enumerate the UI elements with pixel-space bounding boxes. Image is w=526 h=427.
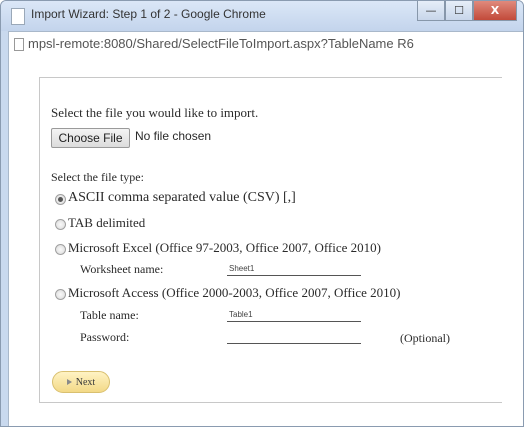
table-name-label: Table name: [80, 308, 139, 322]
radio-csv[interactable] [55, 194, 66, 205]
option-label-csv[interactable]: ASCII comma separated value (CSV) [,] [68, 190, 296, 206]
maximize-button[interactable]: ☐ [445, 1, 473, 21]
minimize-button[interactable]: — [417, 1, 445, 21]
url-text[interactable]: mpsl-remote:8080/Shared/SelectFileToImpo… [28, 36, 414, 51]
file-type-heading: Select the file type: [51, 170, 144, 184]
close-button[interactable]: X [473, 1, 517, 21]
document-icon [14, 38, 24, 51]
password-label: Password: [80, 330, 130, 344]
window-title: Import Wizard: Step 1 of 2 - Google Chro… [31, 7, 266, 21]
window-controls: — ☐ X [417, 1, 517, 21]
select-file-prompt: Select the file you would like to import… [51, 105, 259, 120]
no-file-status: No file chosen [135, 129, 212, 143]
title-bar: Import Wizard: Step 1 of 2 - Google Chro… [1, 1, 523, 31]
option-label-tab[interactable]: TAB delimited [68, 215, 145, 231]
option-label-excel[interactable]: Microsoft Excel (Office 97-2003, Office … [68, 240, 381, 256]
browser-window: Import Wizard: Step 1 of 2 - Google Chro… [0, 0, 524, 427]
optional-note: (Optional) [400, 331, 450, 345]
radio-tab[interactable] [55, 219, 66, 230]
address-bar[interactable]: mpsl-remote:8080/Shared/SelectFileToImpo… [8, 31, 523, 58]
choose-file-button[interactable]: Choose File [51, 128, 130, 148]
option-label-access[interactable]: Microsoft Access (Office 2000-2003, Offi… [68, 285, 401, 301]
play-icon [66, 379, 72, 385]
page-content: Select the file you would like to import… [8, 57, 523, 426]
import-panel: Select the file you would like to import… [39, 77, 502, 403]
next-button-label[interactable]: Next [76, 377, 95, 388]
table-name-input[interactable] [227, 307, 361, 322]
radio-access[interactable] [55, 289, 66, 300]
radio-excel[interactable] [55, 244, 66, 255]
worksheet-label: Worksheet name: [80, 262, 164, 276]
worksheet-name-input[interactable] [227, 261, 361, 276]
password-input[interactable] [227, 329, 361, 344]
page-icon [11, 8, 25, 25]
next-button[interactable]: Next [52, 371, 110, 393]
